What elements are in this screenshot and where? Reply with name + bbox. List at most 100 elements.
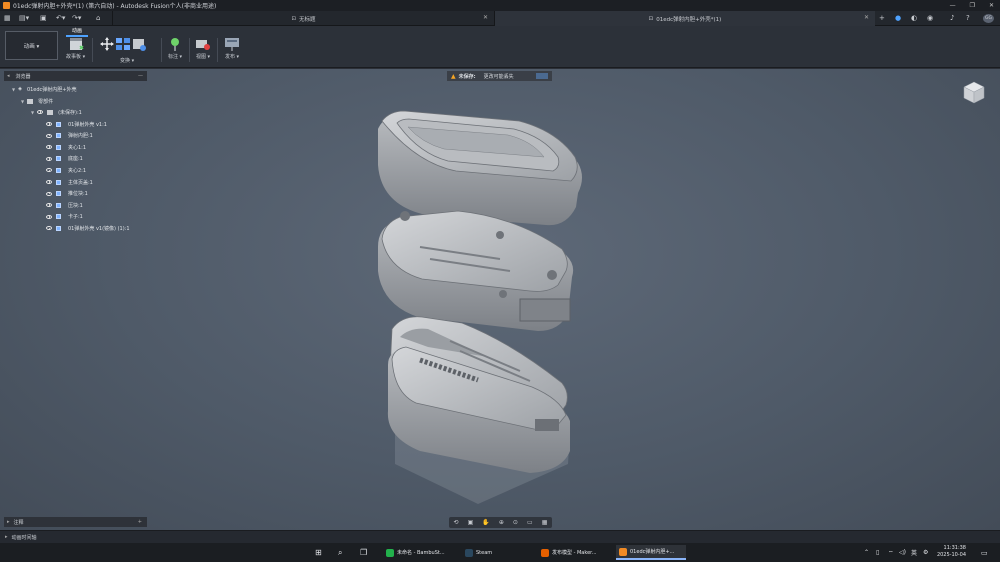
notification-center-icon[interactable]: ▭ [981,545,988,560]
tree-item-component[interactable]: 卡子:1 [46,212,83,222]
tree-item-component[interactable]: 压块:1 [46,200,83,210]
taskbar-app-0[interactable]: 未命名 - BambuSt... [383,545,455,560]
volume-icon[interactable]: ◁) [899,545,906,560]
animation-timeline[interactable]: ▸ 动画时间轴 [0,530,1000,543]
storyboard-button[interactable]: 故事板 ▾ [66,37,85,60]
workspace-switcher[interactable]: 动画 ▾ [5,31,58,60]
tree-root[interactable]: ▼ ◈ 01edc弹射内胆+外壳 [12,84,77,94]
tree-item-component[interactable]: 夹心1:1 [46,142,86,152]
taskbar-app-1[interactable]: Steam [462,545,532,560]
add-note-icon[interactable]: + [138,519,142,525]
tree-item-component[interactable]: 夹心2:1 [46,165,86,175]
visibility-eye-icon[interactable] [46,203,52,208]
redo-icon[interactable]: ↷▾ [72,14,81,23]
tab-document[interactable]: ⊡ 01edc弹射内胆+外壳*(1) ✕ [494,11,875,26]
warning-title: 未保存: [458,73,476,80]
tree-item-component[interactable]: 主体页盖:1 [46,177,93,187]
component-icon [56,191,61,197]
online-icon[interactable]: ◉ [927,14,933,23]
visibility-eye-icon[interactable] [37,110,44,114]
visibility-eye-icon[interactable] [46,122,52,126]
tab-untitled[interactable]: ⊡ 无标题 ✕ [112,11,494,26]
transform-group [99,37,147,53]
taskbar-app-3[interactable]: 01edc弹射内胆+... [616,545,686,560]
tree-item-component[interactable]: 01弹射外壳 v1:1 [46,119,107,129]
tree-components-folder[interactable]: ▼ 零部件 [21,96,53,106]
visibility-eye-icon[interactable] [46,156,52,161]
folder-icon [27,98,34,104]
settings-gear-icon[interactable]: ⚙ [923,545,928,560]
tab-animation[interactable]: 动画 [66,27,88,37]
canvas-viewport[interactable] [0,69,1000,530]
taskbar-app-2[interactable]: 发布模型 - Maker... [538,545,610,560]
visibility-eye-icon[interactable] [46,168,52,173]
view-cube[interactable] [961,80,987,106]
window-title: 01edc弹射内胆+外壳*(1) (第六自动) - Autodesk Fusio… [13,3,217,10]
minimize-button[interactable]: — [950,0,956,11]
part-outer-shell-top[interactable] [378,110,582,226]
tree-item-component[interactable]: 弹射内胆:1 [46,131,93,141]
publish-button[interactable]: 发布 ▾ [224,37,240,60]
grid-settings-icon[interactable]: ▦ [542,519,548,526]
visibility-eye-icon[interactable] [46,226,52,231]
orbit-icon[interactable]: ⟲ [454,519,459,526]
extensions-icon[interactable]: ● [895,14,901,23]
annotate-button[interactable]: 标注 ▾ [167,37,183,60]
fit-icon[interactable]: ⊙ [513,519,518,526]
notes-panel-header[interactable]: ▸ 注释 + [4,517,147,527]
move-icon[interactable] [99,37,115,51]
tree-item-component[interactable]: 01弹射外壳 v1(镜像) (1):1 [46,223,130,233]
notifications-icon[interactable]: ♪ [950,14,954,23]
view-button[interactable]: 视图 ▾ [195,37,211,60]
battery-icon: ▯ [876,549,880,556]
file-menu-icon[interactable]: ▤▾ [19,14,29,23]
undo-icon[interactable]: ↶▾ [56,14,65,23]
task-view-icon[interactable]: ❐ [360,545,367,560]
new-tab-icon[interactable]: + [879,14,885,23]
home-icon[interactable]: ⌂ [96,14,100,23]
transform-label[interactable]: 变换 ▾ [120,57,134,64]
search-icon[interactable]: ⌕ [338,545,342,560]
expand-timeline-icon[interactable]: ▸ [5,534,8,540]
toolbar-divider [217,38,218,62]
minimize-panel-icon[interactable]: — [138,73,143,79]
avatar[interactable]: GG [983,14,994,23]
tray-expand-icon[interactable]: ⌃ [864,545,869,560]
network-icon[interactable]: ⌔ [888,545,894,560]
zoom-icon[interactable]: ⊕ [499,519,504,526]
collapse-icon[interactable]: ▸ [7,519,10,525]
maximize-button[interactable]: ❐ [970,0,975,11]
visibility-eye-icon[interactable] [46,214,52,219]
expand-icon[interactable]: ▼ [12,87,15,92]
expand-icon[interactable]: ▼ [21,99,24,104]
close-tab-icon[interactable]: ✕ [483,14,488,21]
visibility-eye-icon[interactable] [46,180,52,184]
input-language[interactable]: 英 [911,545,917,560]
tree-scene[interactable]: ▼ (未保存):1 [31,107,82,117]
help-icon[interactable]: ? [966,14,970,23]
save-icon[interactable]: ▣ [40,14,47,23]
save-now-button[interactable] [536,73,548,79]
display-settings-icon[interactable]: ▭ [527,519,533,526]
tree-item-component[interactable]: 推位块:1 [46,189,88,199]
doc-icon: ⊡ [648,15,654,22]
system-clock[interactable]: 11:31:38 2025-10-04 [937,545,966,559]
visibility-eye-icon[interactable] [46,191,52,196]
expand-icon[interactable]: ▼ [31,110,34,115]
tree-item-component[interactable]: 底座:1 [46,154,83,164]
app-grid-icon[interactable]: ▦ [4,14,11,23]
close-button[interactable]: ✕ [989,0,994,11]
close-tab-icon[interactable]: ✕ [864,14,869,21]
explode-icon[interactable] [115,37,131,51]
visibility-eye-icon[interactable] [46,133,52,138]
job-status-icon[interactable]: ◐ [911,14,917,23]
browser-panel-header[interactable]: ◂ 浏览器 — [4,71,147,81]
show-hide-icon[interactable] [131,37,147,51]
visibility-eye-icon[interactable] [46,145,52,150]
look-at-icon[interactable]: ▣ [468,519,474,526]
part-inner-liner[interactable] [378,210,574,331]
pan-icon[interactable]: ✋ [482,519,489,526]
collapse-icon[interactable]: ◂ [7,73,10,79]
start-icon[interactable]: ⊞ [315,545,322,560]
component-icon [56,202,61,208]
